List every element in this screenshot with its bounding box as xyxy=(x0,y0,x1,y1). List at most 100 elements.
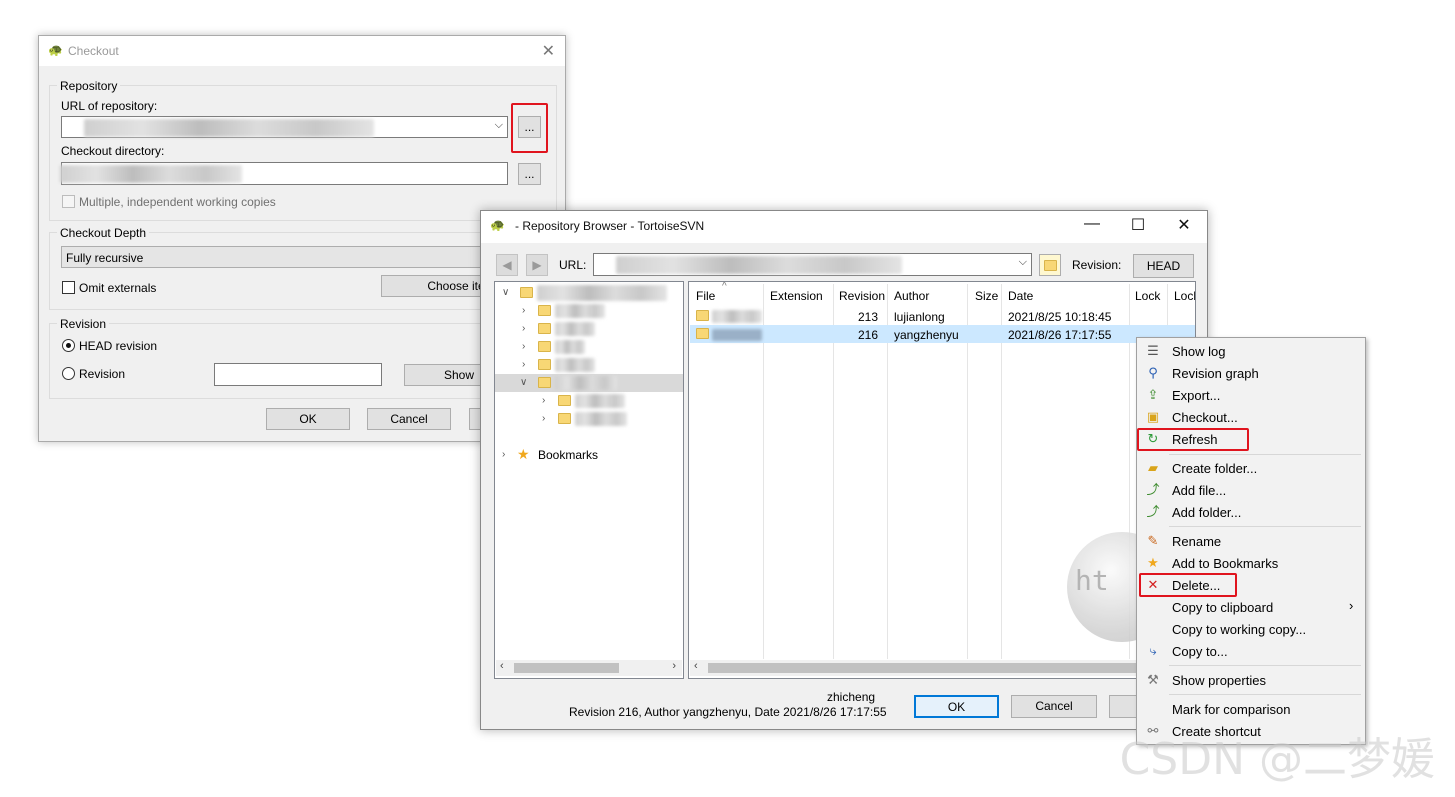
url-label: URL of repository: xyxy=(61,99,158,113)
revision-input[interactable] xyxy=(214,363,382,386)
menu-item-copy-to-clipboard[interactable]: Copy to clipboard › xyxy=(1139,596,1363,618)
tree-hscrollbar[interactable]: ‹ › xyxy=(496,660,682,676)
menu-item-create-folder[interactable]: ▰ Create folder... xyxy=(1139,457,1363,479)
chevron-right-icon[interactable]: › xyxy=(502,449,505,460)
redacted-name xyxy=(712,329,762,341)
folder-icon xyxy=(558,395,571,406)
table-row[interactable]: 213 lujianlong 2021/8/25 10:18:45 xyxy=(690,307,1195,325)
menu-separator xyxy=(1169,665,1361,666)
chevron-down-icon[interactable]: ∨ xyxy=(502,287,509,298)
close-icon[interactable]: ✕ xyxy=(1161,215,1207,235)
scroll-right-icon[interactable]: › xyxy=(672,660,676,672)
depth-select[interactable]: Fully recursive xyxy=(61,246,541,268)
checkout-ok-button[interactable]: OK xyxy=(266,408,350,430)
chevron-right-icon[interactable]: › xyxy=(542,395,545,406)
context-menu: ☰ Show log ⚲ Revision graph ⇪ Export... … xyxy=(1136,337,1366,745)
head-revision-button[interactable]: HEAD xyxy=(1133,254,1194,278)
column-header-size[interactable]: Size xyxy=(975,289,998,303)
tree-row[interactable]: › xyxy=(495,410,683,428)
omit-externals-label: Omit externals xyxy=(79,281,157,295)
url-browse-button[interactable]: ... xyxy=(518,116,541,138)
tree-row[interactable]: ∨ xyxy=(495,284,683,302)
tree-row[interactable]: › xyxy=(495,320,683,338)
url-combobox[interactable]: ⌵ xyxy=(61,116,508,138)
scroll-thumb[interactable] xyxy=(708,663,1138,673)
scroll-left-icon[interactable]: ‹ xyxy=(500,660,504,672)
menu-item-checkout[interactable]: ▣ Checkout... xyxy=(1139,406,1363,428)
delete-icon: ✕ xyxy=(1147,577,1159,592)
menu-item-delete[interactable]: ✕ Delete... xyxy=(1139,574,1363,596)
redacted-url xyxy=(84,119,374,137)
column-header-lock-2[interactable]: Lock xyxy=(1174,289,1195,303)
chevron-right-icon[interactable]: › xyxy=(522,341,525,352)
chevron-right-icon[interactable]: › xyxy=(522,305,525,316)
menu-item-revision-graph[interactable]: ⚲ Revision graph xyxy=(1139,362,1363,384)
column-header-revision[interactable]: Revision xyxy=(839,289,885,303)
column-header-author[interactable]: Author xyxy=(894,289,929,303)
tree-row[interactable]: › xyxy=(495,302,683,320)
menu-item-copy-to-working-copy[interactable]: Copy to working copy... xyxy=(1139,618,1363,640)
menu-item-show-properties[interactable]: ⚒ Show properties xyxy=(1139,669,1363,691)
row-revision: 213 xyxy=(858,310,879,324)
dir-browse-button[interactable]: ... xyxy=(518,163,541,185)
column-header-date[interactable]: Date xyxy=(1008,289,1033,303)
redacted-name xyxy=(555,340,585,354)
menu-item-add-file[interactable]: ⤴ Add file... xyxy=(1139,479,1363,501)
checkout-cancel-button[interactable]: Cancel xyxy=(367,408,451,430)
menu-separator xyxy=(1169,454,1361,455)
repo-ok-button[interactable]: OK xyxy=(914,695,999,718)
tree-row[interactable]: › xyxy=(495,356,683,374)
column-header-lock[interactable]: Lock xyxy=(1135,289,1160,303)
chevron-down-icon[interactable]: ⌵ xyxy=(495,119,503,132)
file-list-panel: File ^ Extension Revision Author Size Da… xyxy=(688,281,1196,679)
revision-graph-icon: ⚲ xyxy=(1148,365,1158,380)
back-arrow-icon[interactable]: ◀ xyxy=(496,254,518,276)
revision-group-label: Revision xyxy=(57,317,110,331)
menu-item-copy-to[interactable]: ⤷ Copy to... xyxy=(1139,640,1363,662)
rename-icon: ✎ xyxy=(1147,533,1159,548)
menu-item-rename[interactable]: ✎ Rename xyxy=(1139,530,1363,552)
menu-item-show-log[interactable]: ☰ Show log xyxy=(1139,340,1363,362)
menu-item-add-to-bookmarks[interactable]: ★ Add to Bookmarks xyxy=(1139,552,1363,574)
add-folder-icon: ⤴ xyxy=(1146,504,1160,519)
tree-row-bookmarks[interactable]: › ★ Bookmarks xyxy=(495,446,683,464)
repo-cancel-button[interactable]: Cancel xyxy=(1011,695,1097,718)
repo-help-button[interactable] xyxy=(1109,695,1139,718)
chevron-right-icon[interactable]: › xyxy=(542,413,545,424)
column-header-extension[interactable]: Extension xyxy=(770,289,823,303)
tree-row[interactable]: › xyxy=(495,392,683,410)
chevron-down-icon[interactable]: ⌵ xyxy=(1019,256,1027,269)
column-header-file[interactable]: File xyxy=(696,289,715,303)
tree-row-selected[interactable]: ∨ xyxy=(495,374,683,392)
menu-separator xyxy=(1169,526,1361,527)
chevron-down-icon[interactable]: ∨ xyxy=(520,377,527,388)
row-revision: 216 xyxy=(858,328,879,342)
go-up-folder-icon[interactable] xyxy=(1039,254,1061,276)
maximize-icon[interactable]: ☐ xyxy=(1115,215,1161,235)
menu-item-mark-for-comparison[interactable]: Mark for comparison xyxy=(1139,698,1363,720)
table-row-selected[interactable]: 216 yangzhenyu 2021/8/26 17:17:55 xyxy=(690,325,1195,343)
minimize-icon[interactable]: — xyxy=(1069,215,1115,233)
multiple-copies-checkbox[interactable] xyxy=(62,195,75,208)
forward-arrow-icon[interactable]: ▶ xyxy=(526,254,548,276)
menu-item-refresh[interactable]: ↻ Refresh xyxy=(1139,428,1363,450)
files-hscrollbar[interactable]: ‹ xyxy=(690,660,1195,676)
chevron-right-icon[interactable]: › xyxy=(522,323,525,334)
export-icon: ⇪ xyxy=(1147,387,1159,402)
revision-radio[interactable] xyxy=(62,367,75,380)
row-author: lujianlong xyxy=(894,310,945,324)
head-revision-radio[interactable] xyxy=(62,339,75,352)
menu-item-add-folder[interactable]: ⤴ Add folder... xyxy=(1139,501,1363,523)
repo-url-combobox[interactable]: ⌵ xyxy=(593,253,1032,276)
checkout-dir-input[interactable] xyxy=(60,162,508,185)
close-icon[interactable]: ✕ xyxy=(542,41,555,61)
scroll-thumb[interactable] xyxy=(514,663,619,673)
dir-label: Checkout directory: xyxy=(61,144,165,158)
omit-externals-checkbox[interactable] xyxy=(62,281,75,294)
globe-text: ht xyxy=(1075,564,1109,597)
tree-row[interactable]: › xyxy=(495,338,683,356)
head-revision-label: HEAD revision xyxy=(79,339,158,353)
menu-item-export[interactable]: ⇪ Export... xyxy=(1139,384,1363,406)
scroll-left-icon[interactable]: ‹ xyxy=(694,660,698,672)
chevron-right-icon[interactable]: › xyxy=(522,359,525,370)
